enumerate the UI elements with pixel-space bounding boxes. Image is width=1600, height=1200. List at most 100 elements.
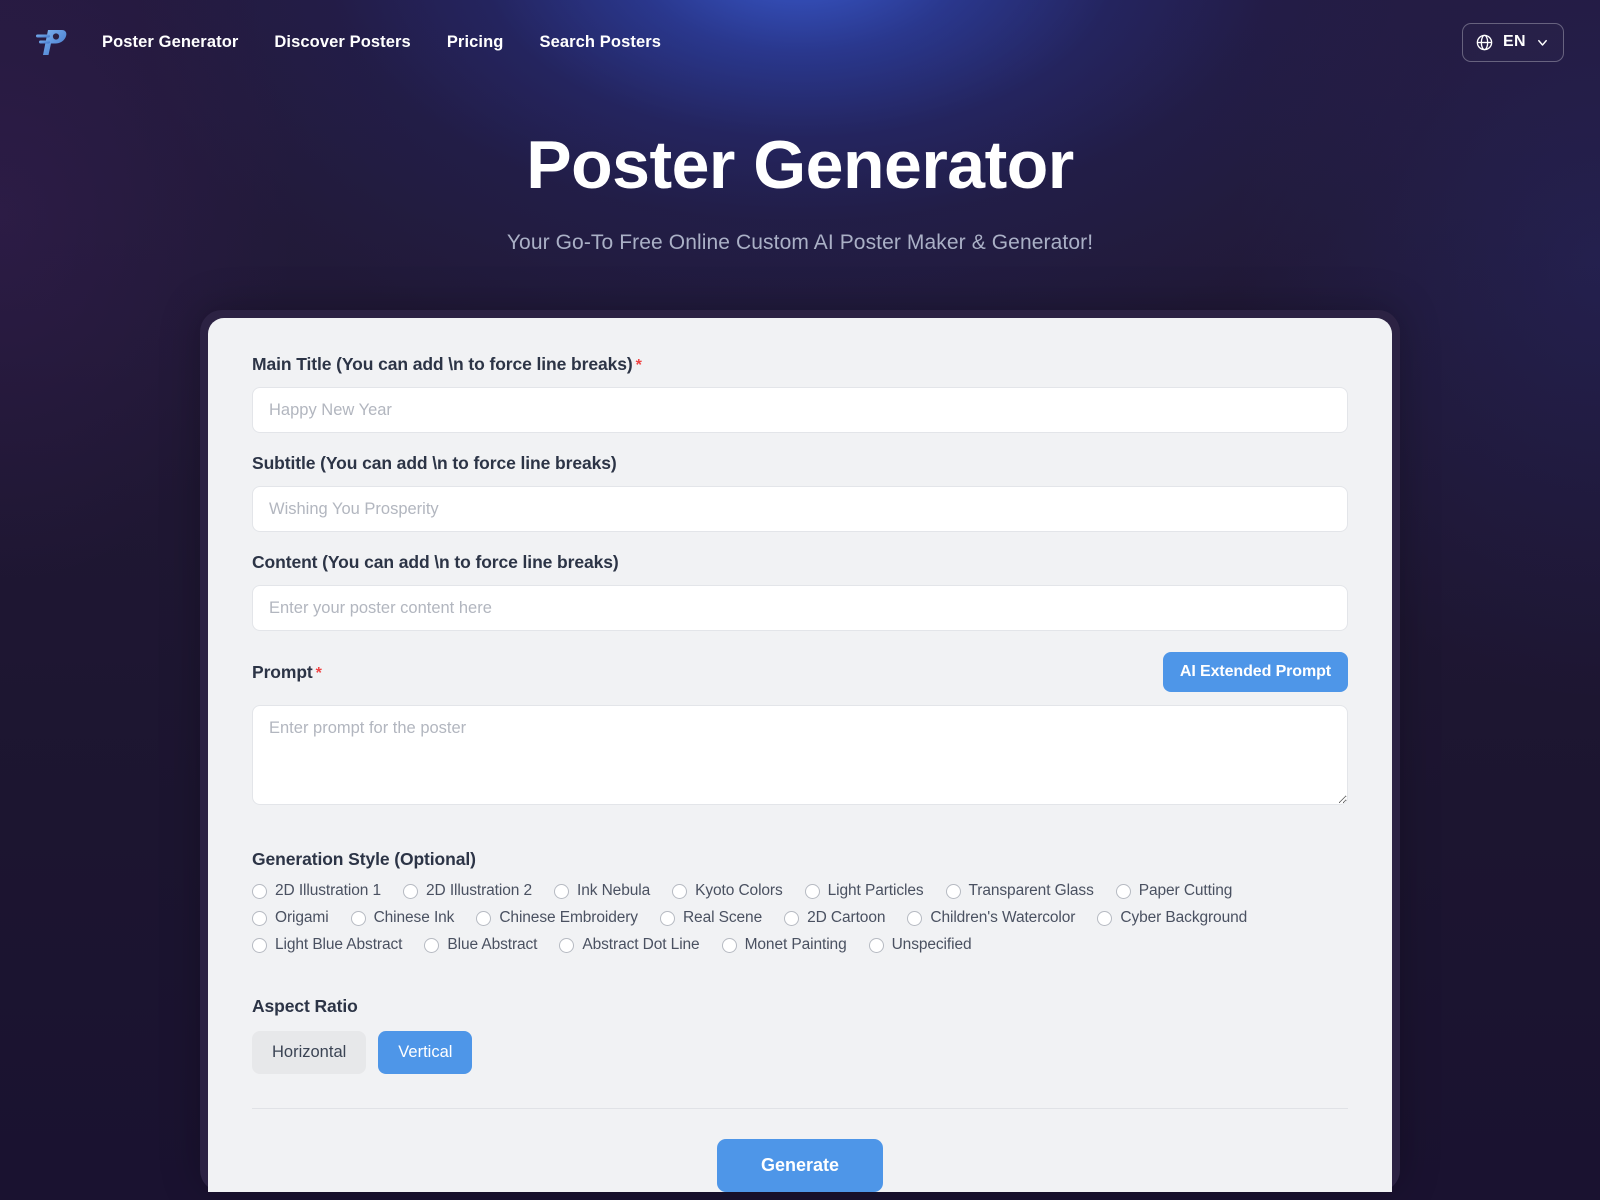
field-subtitle: Subtitle (You can add \n to force line b… — [252, 453, 1348, 533]
style-radio-label: 2D Illustration 2 — [426, 882, 532, 900]
content-input[interactable] — [252, 585, 1348, 632]
style-radio-label: Origami — [275, 909, 329, 927]
style-radio-label: Real Scene — [682, 909, 763, 927]
style-radio-option[interactable]: Abstract Dot Line — [559, 936, 700, 954]
generation-style-options: 2D Illustration 1 2D Illustration 2 Ink Ne… — [252, 882, 1342, 954]
radio-circle-icon — [554, 883, 569, 899]
style-radio-label: Blue Abstract — [447, 936, 538, 954]
style-radio-option[interactable]: Paper Cutting — [1115, 882, 1233, 900]
subtitle-label: Subtitle (You can add \n to force line b… — [252, 453, 617, 474]
style-radio-label: Chinese Ink — [373, 909, 455, 927]
radio-circle-icon — [476, 910, 492, 926]
nav-link-poster-generator[interactable]: Poster Generator — [102, 33, 238, 52]
radio-circle-icon — [403, 883, 418, 899]
field-content: Content (You can add \n to force line br… — [252, 552, 1348, 632]
prompt-header: Prompt * AI Extended Prompt — [252, 651, 1348, 693]
nav-links: Poster Generator Discover Posters Pricin… — [102, 33, 661, 52]
aspect-ratio-section: Aspect Ratio Horizontal Vertical — [252, 996, 1348, 1075]
radio-circle-icon — [659, 910, 675, 926]
style-radio-option[interactable]: Light Particles — [804, 882, 924, 900]
globe-icon — [1476, 34, 1493, 50]
aspect-ratio-vertical-button[interactable]: Vertical — [378, 1031, 473, 1075]
main-title-input[interactable] — [252, 387, 1348, 434]
style-radio-option[interactable]: Real Scene — [659, 909, 763, 927]
nav-link-pricing[interactable]: Pricing — [447, 33, 504, 52]
generation-style-label: Generation Style (Optional) — [252, 849, 476, 870]
style-radio-label: Light Blue Abstract — [275, 936, 403, 954]
prompt-label-text: Prompt — [252, 661, 313, 682]
radio-circle-icon — [868, 937, 884, 953]
style-radio-label: Transparent Glass — [968, 882, 1094, 900]
radio-circle-icon — [721, 937, 737, 953]
radio-circle-icon — [252, 883, 267, 899]
radio-circle-icon — [672, 883, 688, 899]
style-radio-option[interactable]: Origami — [252, 909, 329, 927]
radio-circle-icon — [559, 937, 575, 953]
main-title-label: Main Title (You can add \n to force line… — [252, 354, 1348, 375]
radio-circle-icon — [350, 910, 366, 926]
page-title: Poster Generator — [526, 127, 1074, 203]
style-radio-option[interactable]: Ink Nebula — [554, 882, 650, 900]
generate-button[interactable]: Generate — [716, 1139, 884, 1193]
nav-link-search-posters[interactable]: Search Posters — [539, 33, 661, 52]
radio-circle-icon — [804, 883, 820, 899]
field-prompt: Prompt * AI Extended Prompt — [252, 651, 1348, 806]
radio-circle-icon — [784, 910, 800, 926]
style-radio-option[interactable]: Children's Watercolor — [907, 909, 1075, 927]
style-radio-option[interactable]: Cyber Background — [1097, 909, 1247, 927]
style-radio-option[interactable]: Unspecified — [868, 936, 972, 954]
style-radio-label: Children's Watercolor — [930, 909, 1076, 927]
aspect-ratio-label: Aspect Ratio — [252, 996, 358, 1017]
top-navbar: Poster Generator Discover Posters Pricin… — [0, 0, 1600, 84]
radio-circle-icon — [1097, 910, 1113, 926]
style-radio-option[interactable]: Kyoto Colors — [672, 882, 783, 900]
prompt-textarea[interactable] — [252, 705, 1348, 806]
style-radio-option[interactable]: Monet Painting — [721, 936, 847, 954]
style-radio-label: Paper Cutting — [1138, 882, 1233, 900]
radio-circle-icon — [424, 937, 440, 953]
radio-circle-icon — [252, 910, 267, 926]
style-radio-label: Monet Painting — [744, 936, 847, 954]
style-radio-option[interactable]: Light Blue Abstract — [252, 936, 402, 954]
poster-p-logo-icon — [36, 30, 67, 55]
language-code: EN — [1502, 33, 1526, 50]
page-background: Poster Generator Discover Posters Pricin… — [0, 0, 1600, 1200]
chevron-down-icon — [1538, 39, 1547, 46]
style-radio-label: Light Particles — [827, 882, 924, 900]
style-radio-option[interactable]: Chinese Embroidery — [476, 909, 638, 927]
field-main-title: Main Title (You can add \n to force line… — [252, 354, 1348, 434]
style-radio-option[interactable]: Chinese Ink — [350, 909, 455, 927]
radio-circle-icon — [945, 883, 961, 899]
prompt-label: Prompt * — [252, 662, 322, 683]
ai-extended-prompt-button[interactable]: AI Extended Prompt — [1162, 652, 1348, 693]
language-selector[interactable]: EN — [1461, 22, 1564, 62]
hero-section: Poster Generator Your Go-To Free Online … — [0, 84, 1600, 255]
style-radio-option[interactable]: 2D Illustration 2 — [403, 882, 532, 900]
generate-button-container: Generate — [252, 1109, 1348, 1193]
nav-link-discover-posters[interactable]: Discover Posters — [274, 33, 410, 52]
style-radio-option[interactable]: 2D Cartoon — [784, 909, 885, 927]
aspect-ratio-horizontal-button[interactable]: Horizontal — [252, 1031, 367, 1075]
style-radio-label: Cyber Background — [1120, 909, 1248, 927]
style-radio-label: Chinese Embroidery — [499, 909, 638, 927]
content-label: Content (You can add \n to force line br… — [252, 552, 619, 573]
poster-form-card: Main Title (You can add \n to force line… — [208, 318, 1392, 1193]
radio-circle-icon — [252, 937, 267, 953]
aspect-ratio-buttons: Horizontal Vertical — [252, 1031, 1348, 1075]
style-radio-label: 2D Cartoon — [807, 909, 886, 927]
style-radio-option[interactable]: Transparent Glass — [945, 882, 1094, 900]
main-title-label-text: Main Title (You can add \n to force line… — [252, 354, 633, 375]
style-radio-option[interactable]: 2D Illustration 1 — [252, 882, 381, 900]
radio-circle-icon — [1115, 883, 1131, 899]
prompt-required-marker: * — [315, 664, 322, 682]
generation-style-section: Generation Style (Optional) 2D Illustrat… — [252, 849, 1348, 954]
style-radio-label: 2D Illustration 1 — [275, 882, 381, 900]
page-subtitle: Your Go-To Free Online Custom AI Poster … — [506, 231, 1094, 255]
style-radio-option[interactable]: Blue Abstract — [424, 936, 537, 954]
radio-circle-icon — [907, 910, 923, 926]
brand-logo[interactable] — [28, 20, 72, 64]
style-radio-label: Kyoto Colors — [695, 882, 783, 900]
style-radio-label: Abstract Dot Line — [582, 936, 700, 954]
subtitle-input[interactable] — [252, 486, 1348, 533]
style-radio-label: Ink Nebula — [577, 882, 651, 900]
